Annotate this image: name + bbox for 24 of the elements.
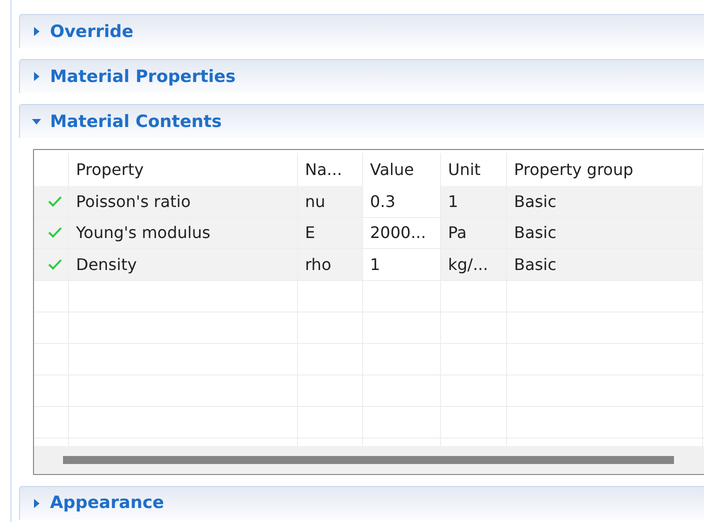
table-cell: E	[298, 218, 363, 250]
collapse-triangle-icon	[32, 118, 41, 124]
table-cell: 1	[441, 186, 507, 218]
scrollbar-thumb[interactable]	[63, 456, 674, 464]
section-header[interactable]: Appearance	[19, 486, 704, 520]
table-cell: 1	[363, 249, 441, 281]
table-cell: Density	[69, 249, 298, 281]
table-cell: 0.3	[363, 186, 441, 218]
section-header[interactable]: Material Contents	[19, 104, 704, 138]
expand-triangle-icon	[32, 72, 41, 81]
section-header[interactable]: Material Properties	[19, 59, 704, 93]
table-cell: Young's modulus	[69, 218, 298, 250]
expand-triangle-icon	[32, 498, 41, 508]
table-cell: Poisson's ratio	[69, 186, 298, 218]
expand-triangle-icon	[32, 27, 41, 36]
table-cell: Basic	[507, 249, 703, 281]
table-cell: kg/...	[441, 249, 507, 281]
table-cell: Basic	[507, 186, 703, 218]
table-cell: 2000...	[363, 218, 441, 250]
table-cell: Basic	[507, 218, 703, 250]
section-header[interactable]: Override	[19, 14, 704, 48]
table-cell: rho	[298, 249, 363, 281]
table-cell: Pa	[441, 218, 507, 250]
table-cell: nu	[298, 186, 363, 218]
